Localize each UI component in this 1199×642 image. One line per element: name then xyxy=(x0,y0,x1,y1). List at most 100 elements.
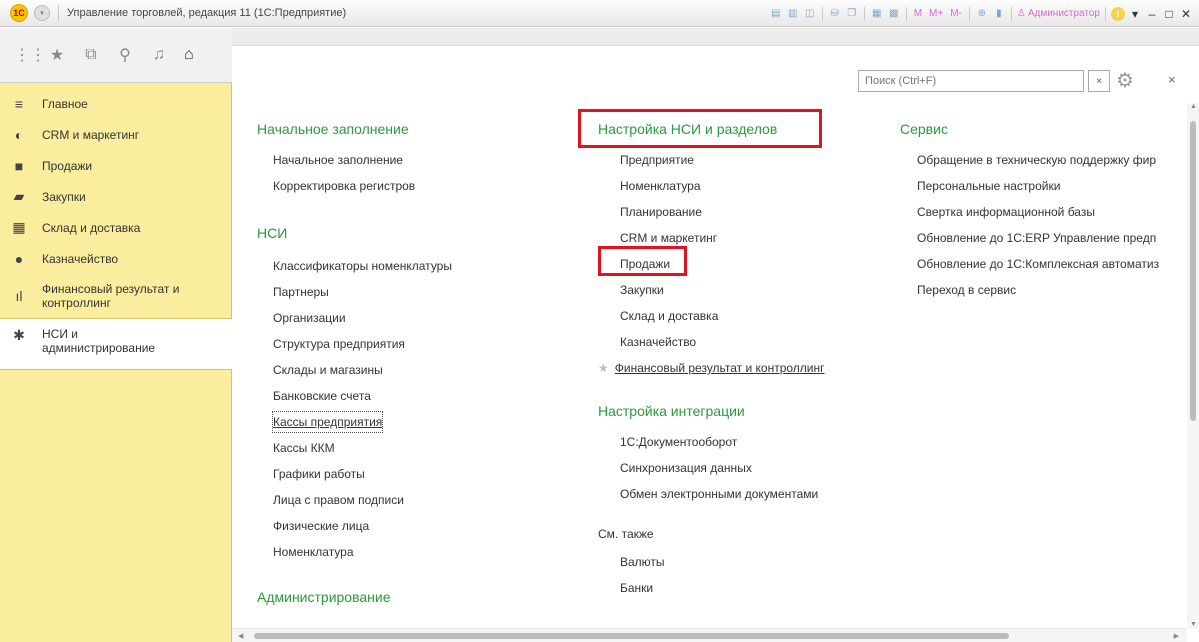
link-item[interactable]: Банковские счета xyxy=(273,383,452,409)
sidebar-item-label: CRM и маркетинг xyxy=(42,127,140,142)
link-item[interactable]: 1С:Документооборот xyxy=(620,429,824,455)
sidebar-item-admin[interactable]: ✱ НСИ и администрирование xyxy=(0,318,232,370)
print-icon[interactable]: ▥ xyxy=(786,7,800,21)
link-icon[interactable]: ⛁ xyxy=(828,7,842,21)
gear-icon: ✱ xyxy=(13,327,25,343)
link-item[interactable]: Физические лица xyxy=(273,513,452,539)
title-separator xyxy=(58,5,59,21)
memory-minus-button[interactable]: M- xyxy=(948,8,964,19)
link-item[interactable]: Переход в сервис xyxy=(917,277,1187,303)
sidebar-item-finance[interactable]: ıl Финансовый результат и контроллинг xyxy=(0,274,232,318)
main-menu-icon[interactable]: ▾ xyxy=(34,5,50,21)
link-item[interactable]: Кассы ККМ xyxy=(273,435,452,461)
sidebar-item-label: Казначейство xyxy=(42,251,119,266)
link-item[interactable]: Лица с правом подписи xyxy=(273,487,452,513)
quick-toolbar: ⋮⋮ ★ ⧉ ⚲ ♫ ⌂ xyxy=(0,28,232,83)
close-icon[interactable]: × xyxy=(1168,72,1176,87)
link-item[interactable]: Обращение в техническую поддержку фир xyxy=(917,147,1187,173)
calendar-icon[interactable]: ▩ xyxy=(887,7,901,21)
link-item[interactable]: Склад и доставка xyxy=(620,303,824,329)
pie-chart-icon: ◐ xyxy=(14,126,24,143)
settings-gear-icon[interactable]: ⚙ xyxy=(1116,68,1134,93)
sidebar-item-treasury[interactable]: ● Казначейство xyxy=(0,243,232,274)
search-clear-icon[interactable]: × xyxy=(1088,70,1110,92)
link-item[interactable]: Обмен электронными документами xyxy=(620,481,824,507)
zoom-icon[interactable]: ⊕ xyxy=(975,7,989,21)
memory-button[interactable]: M xyxy=(912,8,924,19)
link-item[interactable]: Графики работы xyxy=(273,461,452,487)
sidebar-item-label: Главное xyxy=(42,96,88,111)
link-item[interactable]: Банки xyxy=(620,575,824,601)
sidebar-item-label: Продажи xyxy=(42,158,93,173)
vertical-scrollbar[interactable]: ▲ ▼ xyxy=(1187,103,1199,628)
history-icon[interactable]: ⧉ xyxy=(82,46,100,64)
link-item-favorite[interactable]: ★ Финансовый результат и контроллинг xyxy=(598,355,824,381)
link-item[interactable]: Организации xyxy=(273,305,452,331)
info-icon[interactable]: i xyxy=(1111,6,1125,21)
home-icon[interactable]: ⌂ xyxy=(184,46,194,64)
user-name: Администратор xyxy=(1027,8,1100,19)
title-tools: ▤ ▥ ◫ ⛁ ❐ ▦ ▩ M M+ M- ⊕ ▮ ♙ Администратор… xyxy=(769,0,1193,27)
scroll-up-icon[interactable]: ▲ xyxy=(1190,103,1197,110)
link-item[interactable]: Корректировка регистров xyxy=(273,173,452,199)
sidebar-item-sales[interactable]: ■ Продажи xyxy=(0,150,232,181)
sidebar-item-label: Финансовый результат и контроллинг xyxy=(42,282,180,310)
scroll-right-icon[interactable]: ▶ xyxy=(1174,632,1179,640)
link-item[interactable]: Планирование xyxy=(620,199,824,225)
minimize-icon[interactable]: – xyxy=(1145,7,1159,21)
sidebar-item-main[interactable]: ≡ Главное xyxy=(0,88,232,119)
sidebar-item-label: НСИ и администрирование xyxy=(42,327,156,355)
link-item-focused[interactable]: Кассы предприятия xyxy=(271,411,384,433)
dropdown-icon[interactable]: ▾ xyxy=(1128,7,1142,21)
link-item[interactable]: Синхронизация данных xyxy=(620,455,824,481)
scroll-thumb[interactable] xyxy=(254,633,1009,639)
toolbar-separator xyxy=(1010,6,1012,21)
calculator-icon[interactable]: ▦ xyxy=(870,7,884,21)
copy-icon[interactable]: ❐ xyxy=(845,7,859,21)
link-item[interactable]: Закупки xyxy=(620,277,824,303)
sidebar-item-label: Закупки xyxy=(42,189,86,204)
scroll-down-icon[interactable]: ▼ xyxy=(1190,621,1197,628)
link-item[interactable]: Казначейство xyxy=(620,329,824,355)
link-item[interactable]: Предприятие xyxy=(620,147,824,173)
1c-logo-icon[interactable]: 1С xyxy=(10,4,28,22)
highlight-box-sales xyxy=(598,246,687,276)
tab-strip xyxy=(232,28,1199,46)
link-item[interactable]: Персональные настройки xyxy=(917,173,1187,199)
link-item[interactable]: Обновление до 1С:ERP Управление предп xyxy=(917,225,1187,251)
sidebar-item-crm[interactable]: ◐ CRM и маркетинг xyxy=(0,119,232,150)
close-window-icon[interactable]: ✕ xyxy=(1179,7,1193,21)
sidebar-item-warehouse[interactable]: ▦ Склад и доставка xyxy=(0,212,232,243)
link-item[interactable]: Структура предприятия xyxy=(273,331,452,357)
section-title: НСИ xyxy=(257,225,288,241)
scroll-thumb[interactable] xyxy=(1190,121,1196,421)
search-icon[interactable]: ⚲ xyxy=(116,45,134,65)
toolbar-separator xyxy=(863,6,865,21)
user-badge[interactable]: ♙ Администратор xyxy=(1017,8,1100,19)
link-item[interactable]: Номенклатура xyxy=(620,173,824,199)
panel-icon[interactable]: ▮ xyxy=(992,7,1006,21)
section-title: Администрирование xyxy=(257,589,391,605)
apps-icon[interactable]: ⋮⋮ xyxy=(14,45,46,65)
maximize-icon[interactable]: □ xyxy=(1162,7,1176,21)
link-item[interactable]: Склады и магазины xyxy=(273,357,452,383)
save-icon[interactable]: ▤ xyxy=(769,7,783,21)
sidebar-item-purchases[interactable]: ▰ Закупки xyxy=(0,181,232,212)
memory-plus-button[interactable]: M+ xyxy=(927,8,945,19)
link-item[interactable]: Классификаторы номенклатуры xyxy=(273,253,452,279)
section-title: Начальное заполнение xyxy=(257,121,409,137)
link-item[interactable]: Начальное заполнение xyxy=(273,147,452,173)
sidebar: ≡ Главное ◐ CRM и маркетинг ■ Продажи ▰ … xyxy=(0,88,232,370)
link-item[interactable]: Номенклатура xyxy=(273,539,452,565)
scroll-left-icon[interactable]: ◀ xyxy=(238,632,243,640)
search-input[interactable] xyxy=(858,70,1084,92)
link-item[interactable]: Обновление до 1С:Комплексная автоматиз xyxy=(917,251,1187,277)
link-item[interactable]: Партнеры xyxy=(273,279,452,305)
link-item[interactable]: Валюты xyxy=(620,549,824,575)
preview-icon[interactable]: ◫ xyxy=(803,7,817,21)
bell-icon[interactable]: ♫ xyxy=(150,46,168,64)
horizontal-scrollbar[interactable]: ◀ ▶ xyxy=(232,628,1187,642)
highlight-box-settings xyxy=(578,109,822,148)
link-item[interactable]: Свертка информационной базы xyxy=(917,199,1187,225)
star-icon[interactable]: ★ xyxy=(48,45,66,65)
